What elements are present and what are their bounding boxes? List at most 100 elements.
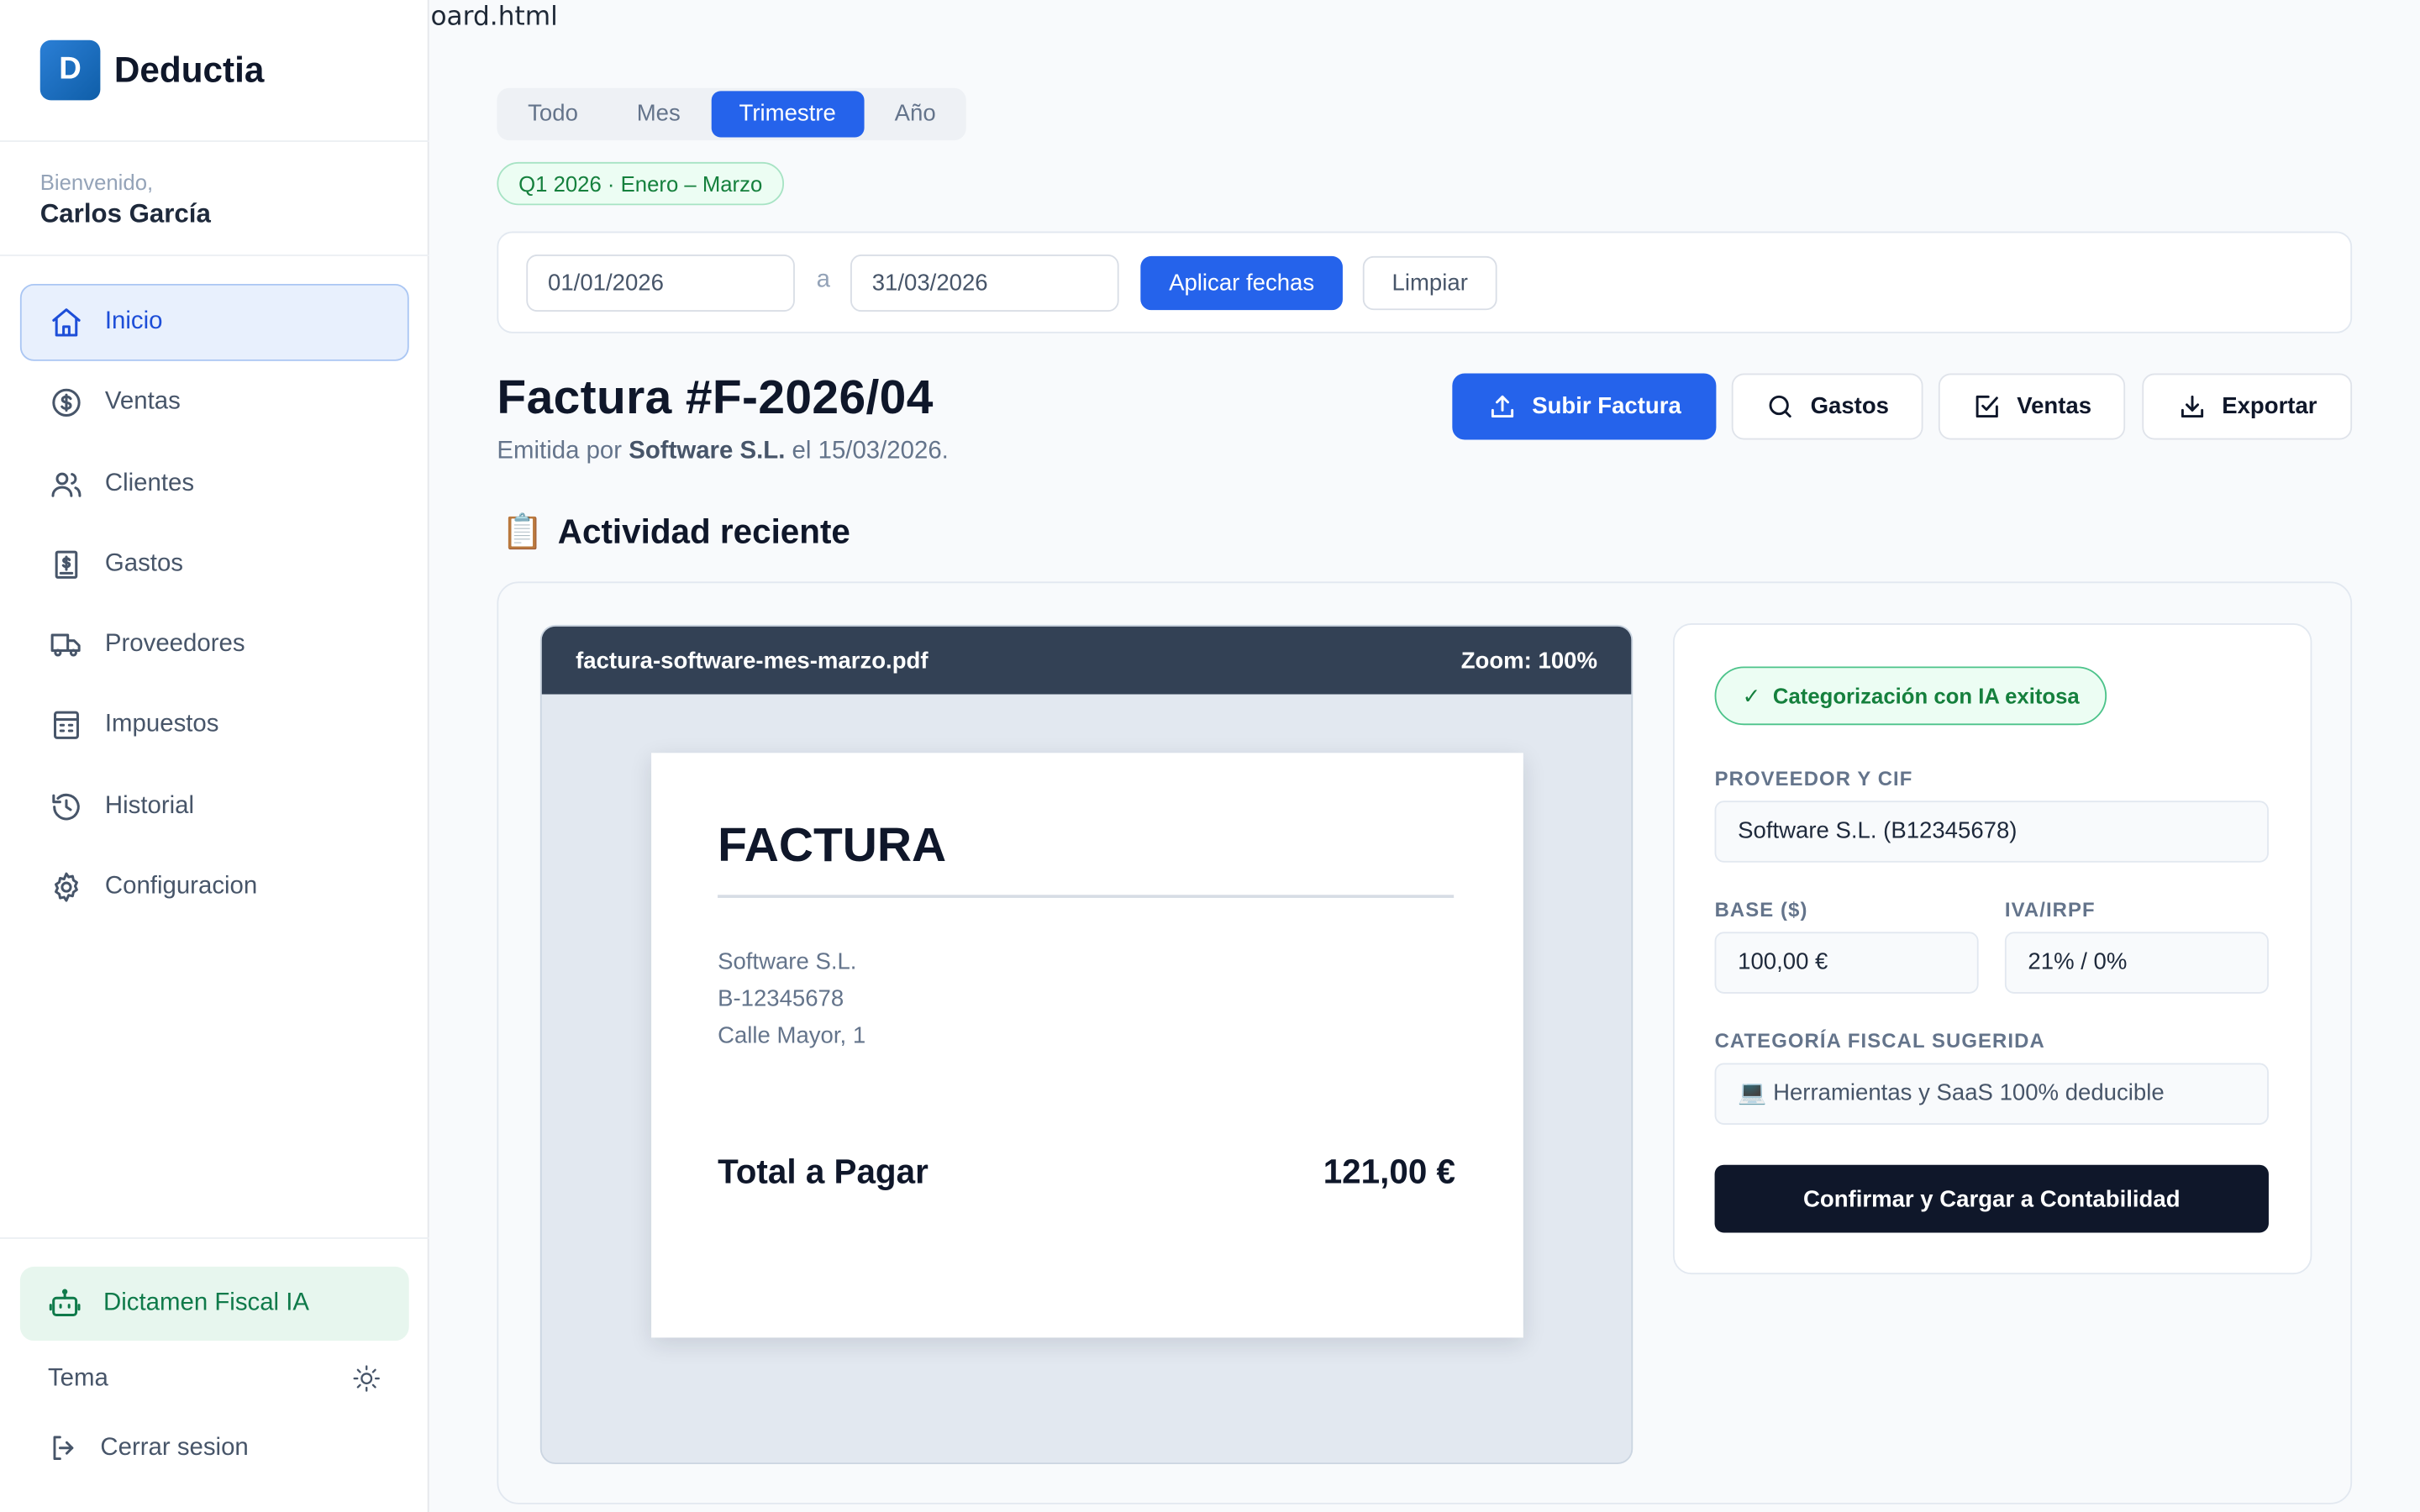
sales-button[interactable]: Ventas [1938, 373, 2126, 440]
expenses-label: Gastos [1810, 393, 1889, 420]
invoice-document: FACTURA Software S.L. B-12345678 Calle M… [651, 753, 1523, 1338]
logout-label: Cerrar sesion [100, 1434, 249, 1461]
pdf-viewer-toolbar: factura-software-mes-marzo.pdf Zoom: 100… [541, 626, 1632, 695]
sidebar-item-label: Proveedores [104, 631, 245, 658]
period-tabs: Todo Mes Trimestre Año [497, 87, 967, 141]
ai-report-button[interactable]: Dictamen Fiscal IA [19, 1266, 409, 1341]
pdf-viewer[interactable]: factura-software-mes-marzo.pdf Zoom: 100… [539, 624, 1634, 1465]
upload-invoice-button[interactable]: Subir Factura [1452, 373, 1717, 440]
gear-icon [55, 872, 78, 902]
sidebar-item-label: Configuracion [104, 873, 258, 900]
subtitle-company: Software S.L. [629, 438, 786, 465]
expenses-button[interactable]: Gastos [1731, 373, 1923, 440]
section-title-text: Actividad reciente [557, 512, 850, 551]
sidebar-item-proveedores[interactable]: Proveedores [20, 606, 409, 684]
tax-label: IVA/IRPF [2004, 897, 2096, 921]
search-icon [1769, 395, 1791, 418]
logout-icon [53, 1436, 74, 1461]
sidebar-item-configuracion[interactable]: Configuracion [20, 848, 409, 926]
brand-name: Deductia [113, 49, 265, 90]
sidebar-item-ventas[interactable]: Ventas [20, 365, 409, 442]
sidebar-item-label: Inicio [104, 308, 163, 335]
history-icon [52, 793, 80, 821]
page-filename-fragment: oard.html [430, 1, 558, 33]
sidebar-item-impuestos[interactable]: Impuestos [20, 687, 409, 764]
supplier-field[interactable]: Software S.L. (B12345678) [1714, 801, 2269, 863]
tab-todo[interactable]: Todo [500, 91, 606, 137]
check-icon: ✓ [1742, 682, 1761, 708]
zoom-level[interactable]: Zoom: 100% [1461, 647, 1597, 673]
total-label: Total a Pagar [718, 1152, 929, 1191]
date-from-input[interactable]: 01/01/2026 [526, 255, 795, 312]
clear-dates-button[interactable]: Limpiar [1362, 255, 1497, 311]
sidebar-item-gastos[interactable]: Gastos [20, 526, 409, 603]
tab-ano[interactable]: Año [867, 91, 964, 137]
app-root: D Deductia Bienvenido, Carlos García Ini… [0, 0, 2420, 1512]
total-value: 121,00 € [1323, 1152, 1456, 1191]
home-icon [52, 308, 81, 337]
category-label: CATEGORÍA FISCAL SUGERIDA [1714, 1029, 2045, 1053]
divider [0, 255, 429, 256]
ai-report-label: Dictamen Fiscal IA [103, 1289, 310, 1316]
tax-field[interactable]: 21% / 0% [2004, 932, 2269, 994]
quarter-badge: Q1 2026 · Enero – Marzo [497, 161, 785, 206]
subtitle-suffix: el 15/03/2026. [785, 438, 949, 465]
sidebar-item-clientes[interactable]: Clientes [20, 445, 409, 522]
page-title: Factura #F-2026/04 [497, 370, 934, 425]
invoice-subtitle: Emitida por Software S.L. el 15/03/2026. [497, 438, 948, 466]
checkbox-edit-icon [1975, 395, 1998, 418]
export-button[interactable]: Exportar [2142, 373, 2353, 440]
export-label: Exportar [2222, 393, 2317, 420]
sun-icon[interactable] [352, 1364, 381, 1394]
calculator-icon [53, 711, 79, 740]
confirm-button[interactable]: Confirmar y Cargar a Contabilidad [1714, 1164, 2269, 1233]
user-name: Carlos García [39, 198, 211, 228]
address-line: Calle Mayor, 1 [718, 1022, 866, 1049]
dollar-circle-icon [52, 389, 81, 417]
sales-label: Ventas [2017, 393, 2092, 420]
tab-mes[interactable]: Mes [609, 91, 708, 137]
pdf-filename: factura-software-mes-marzo.pdf [576, 647, 929, 674]
address-line: Software S.L. [718, 948, 857, 975]
welcome-label: Bienvenido, [39, 170, 154, 195]
category-field[interactable]: 💻 Herramientas y SaaS 100% deducible [1714, 1063, 2269, 1125]
logout-button[interactable]: Cerrar sesion [48, 1431, 249, 1464]
theme-label: Tema [47, 1364, 108, 1391]
document-address: Software S.L. B-12345678 Calle Mayor, 1 [718, 944, 865, 1055]
upload-label: Subir Factura [1532, 393, 1681, 420]
ai-status-text: Categorización con IA exitosa [1772, 683, 2080, 709]
document-divider [718, 895, 1455, 898]
address-line: B-12345678 [718, 985, 844, 1012]
sidebar-item-historial[interactable]: Historial [20, 768, 409, 845]
users-icon [51, 471, 82, 496]
sidebar-item-label: Impuestos [104, 711, 219, 738]
section-title: 📋 Actividad reciente [502, 512, 850, 553]
sidebar-item-label: Clientes [104, 470, 195, 496]
sidebar: D Deductia Bienvenido, Carlos García Ini… [0, 0, 429, 1512]
sidebar-item-label: Historial [104, 792, 195, 819]
divider [0, 140, 429, 142]
supplier-label: PROVEEDOR Y CIF [1714, 766, 1913, 790]
divider [0, 1237, 429, 1239]
user-welcome: Bienvenido, Carlos García [40, 170, 211, 230]
tab-trimestre[interactable]: Trimestre [711, 91, 864, 138]
date-separator: a [816, 266, 830, 293]
apply-dates-button[interactable]: Aplicar fechas [1140, 255, 1343, 311]
sidebar-nav: Inicio Ventas Clientes Gastos Proveedore… [19, 283, 409, 929]
brand[interactable]: D Deductia [39, 39, 265, 101]
receipt-icon [55, 550, 78, 579]
date-range-card: 01/01/2026 a 31/03/2026 Aplicar fechas L… [497, 231, 2353, 333]
ai-status-badge: ✓ Categorización con IA exitosa [1714, 666, 2107, 726]
activity-card: factura-software-mes-marzo.pdf Zoom: 100… [497, 581, 2353, 1504]
theme-toggle-row[interactable]: Tema [48, 1364, 381, 1394]
document-heading: FACTURA [718, 817, 947, 872]
categorization-panel: ✓ Categorización con IA exitosa PROVEEDO… [1672, 623, 2312, 1275]
sidebar-item-inicio[interactable]: Inicio [19, 283, 409, 361]
upload-icon [1491, 395, 1513, 418]
date-to-input[interactable]: 31/03/2026 [850, 255, 1119, 312]
subtitle-prefix: Emitida por [497, 438, 629, 465]
base-field[interactable]: 100,00 € [1714, 932, 1979, 994]
brand-logo: D [39, 39, 101, 101]
clipboard-icon: 📋 [501, 512, 544, 551]
sidebar-item-label: Ventas [104, 389, 181, 416]
